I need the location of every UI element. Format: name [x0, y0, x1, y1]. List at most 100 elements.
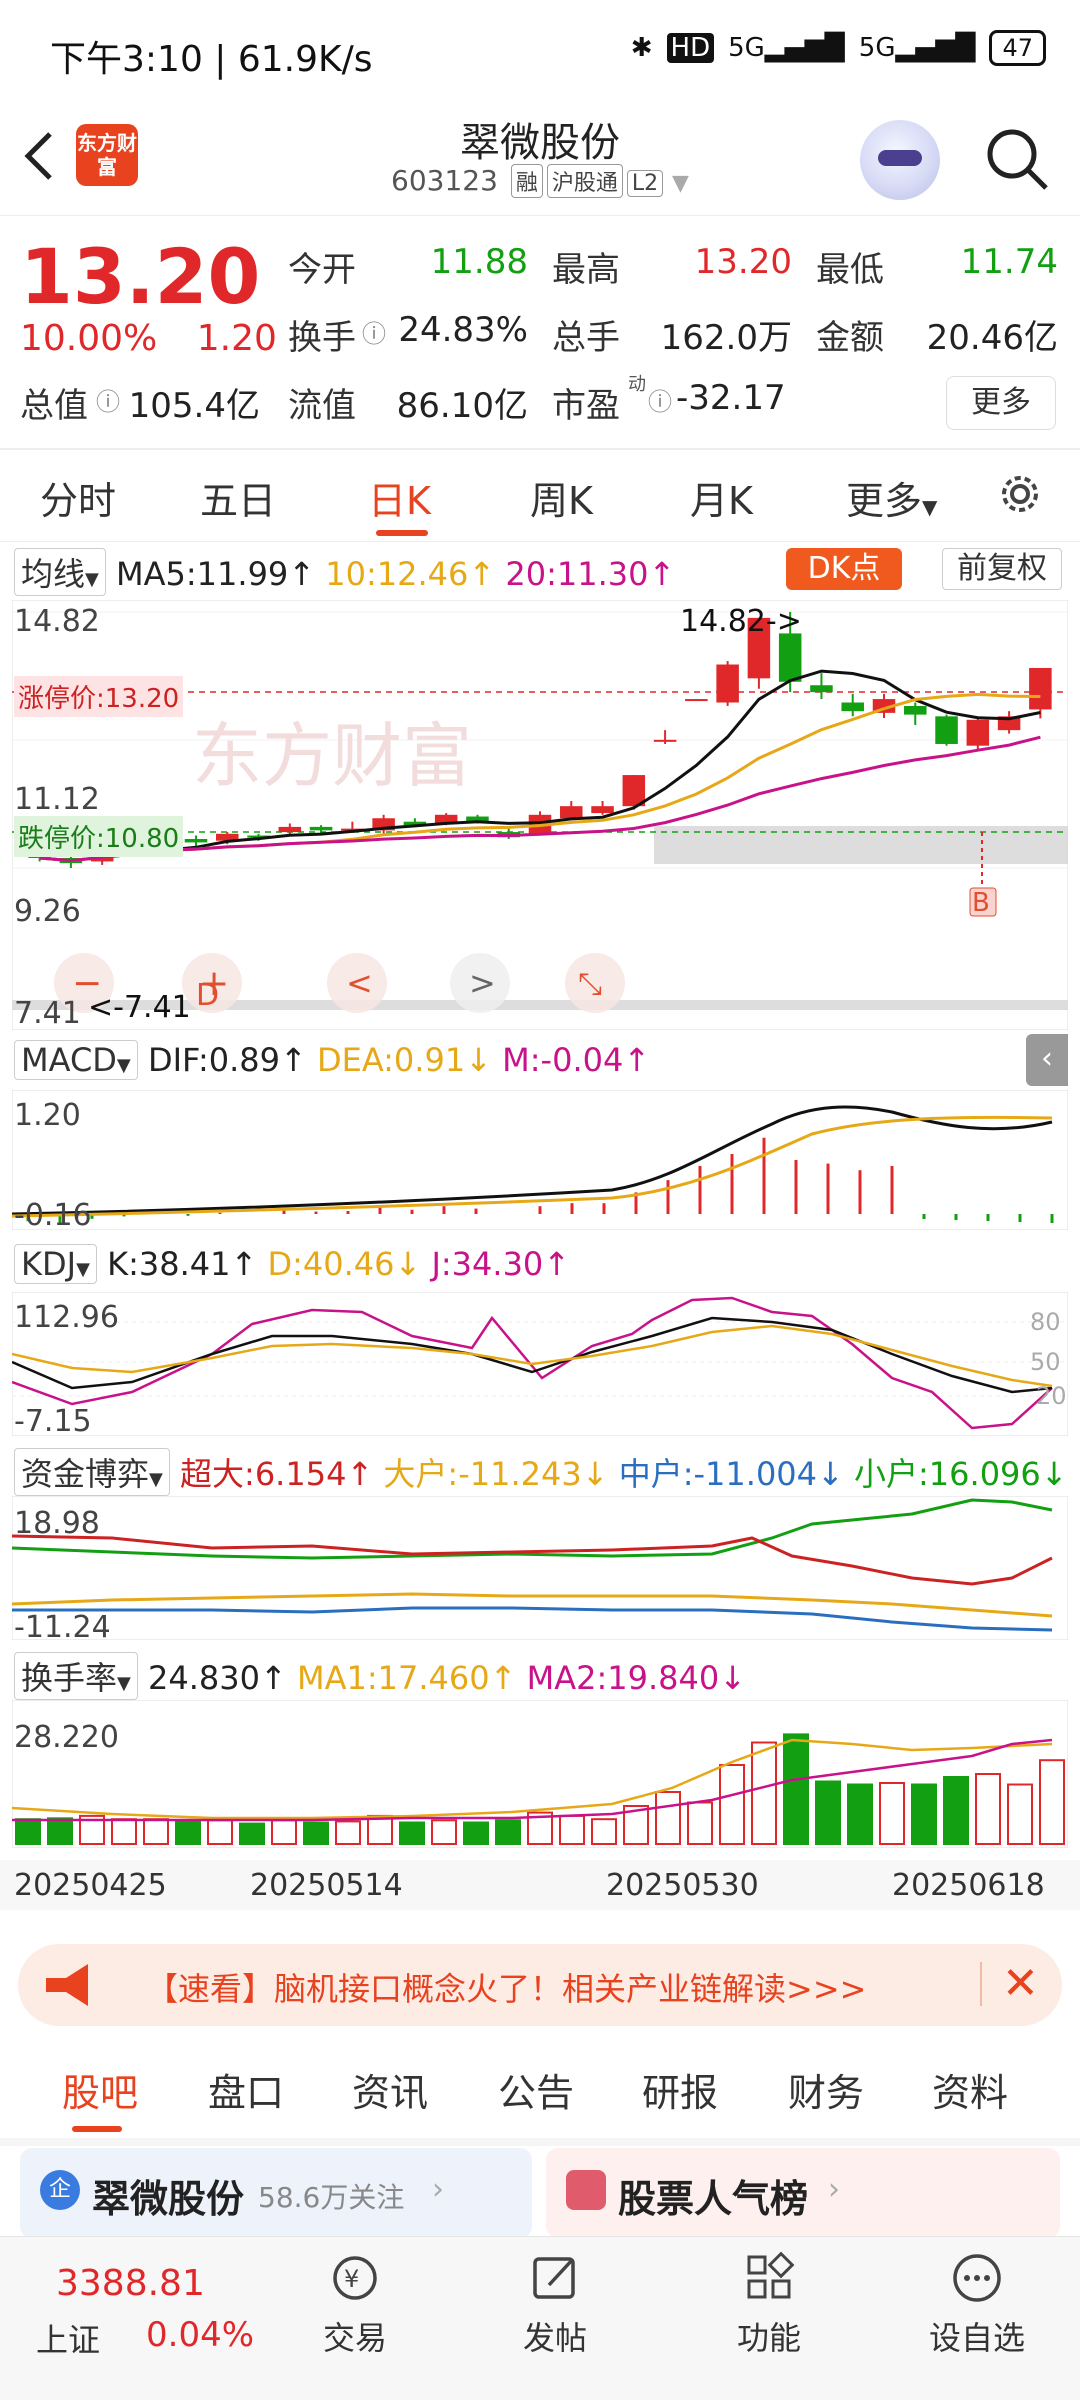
battery-icon: 47: [989, 30, 1046, 66]
dk-point-button[interactable]: DK点: [786, 548, 902, 590]
volume-bar: [207, 1819, 233, 1846]
tab-weekly-k[interactable]: 周K: [530, 470, 593, 525]
ma10-value: 10:12.46: [325, 555, 469, 593]
hd-icon: HD: [666, 33, 715, 63]
kdj-ref-50: 50: [1030, 1348, 1061, 1376]
info-icon[interactable]: ⓘ: [362, 314, 386, 349]
turnover-ma1: MA1:17.460: [296, 1659, 490, 1697]
close-icon[interactable]: ✕: [1002, 1958, 1039, 2009]
kdj-selector[interactable]: KDJ▼: [14, 1244, 97, 1284]
tab-news[interactable]: 资讯: [352, 2062, 428, 2117]
ma-legend: 均线▼ MA5:11.99↑ 10:12.46↑ 20:11.30↑: [14, 548, 675, 596]
search-button[interactable]: [982, 124, 1052, 194]
grid-apps-icon: [747, 2251, 795, 2299]
tab-announcements[interactable]: 公告: [498, 2062, 574, 2117]
macd-chart[interactable]: [12, 1090, 1068, 1230]
dropdown-triangle-icon: ▼: [922, 495, 938, 519]
candle-body: [904, 705, 927, 715]
nav-post[interactable]: 发帖: [480, 2251, 630, 2359]
volume-bar: [111, 1818, 137, 1845]
popularity-card[interactable]: 股票人气榜 ›: [546, 2148, 1060, 2238]
y-low2-label: 9.26: [14, 894, 81, 929]
more-button[interactable]: 更多: [946, 376, 1056, 430]
capital-y-bottom: -11.24: [14, 1610, 111, 1645]
info-icon-3[interactable]: ⓘ: [648, 382, 672, 417]
chevron-right-icon-2: ›: [828, 2172, 840, 2207]
status-bar: 下午3:10 | 61.9K/s ✱ HD 5G▂▄▆█ 5G▂▄▆█ 47: [0, 0, 1080, 104]
turnover-selector[interactable]: 换手率▼: [14, 1652, 138, 1700]
settings-gear-icon[interactable]: [994, 468, 1046, 520]
candle-body: [1029, 667, 1052, 710]
macd-y-top: 1.20: [14, 1098, 81, 1133]
adjust-button[interactable]: 前复权: [942, 548, 1062, 590]
candle-body: [966, 719, 990, 746]
tab-daily-k[interactable]: 日K: [368, 470, 431, 525]
candle-body: [841, 702, 864, 712]
news-banner[interactable]: 【速看】脑机接口概念火了！相关产业链解读>>> ✕: [18, 1944, 1062, 2026]
candle-body: [685, 699, 708, 702]
tab-five-day[interactable]: 五日: [200, 470, 276, 525]
macd-y-bottom: -0.16: [14, 1198, 92, 1233]
ma20-value: 20:11.30: [505, 555, 649, 593]
megaphone-icon: [46, 1964, 88, 2006]
app-header: 东方财富 翠微股份 603123 融沪股通 L2 ▼: [0, 104, 1080, 216]
nav-add-watchlist[interactable]: 设自选: [902, 2251, 1052, 2359]
k-value: K:38.41: [107, 1245, 231, 1283]
turnover-chart[interactable]: [12, 1700, 1068, 1848]
cards-row: 企 翠微股份 58.6万关注 › 股票人气榜 ›: [0, 2148, 1080, 2238]
volume-bar: [879, 1782, 905, 1845]
section-divider: [0, 2138, 1080, 2146]
j-value: J:34.30: [431, 1245, 544, 1283]
turnover-legend: 换手率▼ 24.830↑ MA1:17.460↑ MA2:19.840↓: [14, 1652, 746, 1700]
pe-value: -32.17: [676, 378, 786, 418]
high-label: 最高: [552, 250, 620, 290]
nav-trade[interactable]: ¥ 交易: [280, 2251, 430, 2359]
volume-bar: [719, 1764, 745, 1845]
dif-value: DIF:0.89: [147, 1041, 280, 1079]
limit-down-tag: 跌停价:10.80: [14, 816, 184, 857]
capital-selector[interactable]: 资金博弈▼: [14, 1448, 170, 1496]
tab-orderbook[interactable]: 盘口: [208, 2062, 284, 2117]
candle-body: [591, 806, 614, 814]
current-price: 13.20: [20, 232, 261, 321]
macd-selector[interactable]: MACD▼: [14, 1040, 138, 1080]
forum-card[interactable]: 企 翠微股份 58.6万关注 ›: [20, 2148, 532, 2238]
volume-bar: [47, 1817, 73, 1845]
kdj-y-top: 112.96: [14, 1300, 119, 1335]
tab-more[interactable]: 更多▼: [846, 470, 937, 525]
collapse-panel-button[interactable]: ‹: [1026, 1034, 1068, 1086]
ma-selector[interactable]: 均线▼: [14, 548, 106, 596]
capital-y-top: 18.98: [14, 1506, 100, 1541]
candle-body: [309, 826, 333, 831]
volume-bar: [175, 1820, 201, 1846]
high-value: 13.20: [694, 242, 792, 282]
capital-chart[interactable]: [12, 1496, 1068, 1640]
assistant-robot-icon[interactable]: [860, 120, 940, 200]
pe-label: 市盈: [552, 386, 620, 426]
volume-bar: [687, 1801, 713, 1845]
tab-profile[interactable]: 资料: [932, 2062, 1008, 2117]
kdj-chart[interactable]: [12, 1292, 1068, 1436]
tab-monthly-k[interactable]: 月K: [690, 470, 753, 525]
capital-legend: 资金博弈▼ 超大:6.154↑ 大户:-11.243↓ 中户:-11.004↓ …: [14, 1448, 1068, 1496]
forum-card-followers: 58.6万关注: [258, 2181, 405, 2214]
info-icon-2[interactable]: ⓘ: [96, 382, 120, 417]
svg-text:¥: ¥: [344, 2265, 359, 2293]
expand-icon: ⤡: [578, 967, 602, 1002]
kline-chart[interactable]: 东方财富 − + < > ⤡: [12, 600, 1068, 1030]
candle-body: [653, 739, 677, 742]
trade-icon: ¥: [333, 2256, 377, 2300]
change-amount: 1.20: [196, 318, 277, 359]
candle-body: [810, 685, 833, 693]
tab-forum[interactable]: 股吧: [62, 2062, 138, 2117]
nav-functions[interactable]: 功能: [694, 2251, 844, 2359]
tab-finance[interactable]: 财务: [788, 2062, 864, 2117]
tab-research[interactable]: 研报: [642, 2062, 718, 2117]
right-chevron-icon: >: [469, 964, 496, 1002]
low-label: 最低: [816, 250, 884, 290]
open-label: 今开: [288, 250, 356, 290]
dea-value: DEA:0.91: [316, 1041, 466, 1079]
tab-intraday[interactable]: 分时: [40, 470, 116, 525]
status-icons: ✱ HD 5G▂▄▆█ 5G▂▄▆█ 47: [631, 30, 1046, 66]
date-label-1: 20250425: [14, 1868, 167, 1903]
